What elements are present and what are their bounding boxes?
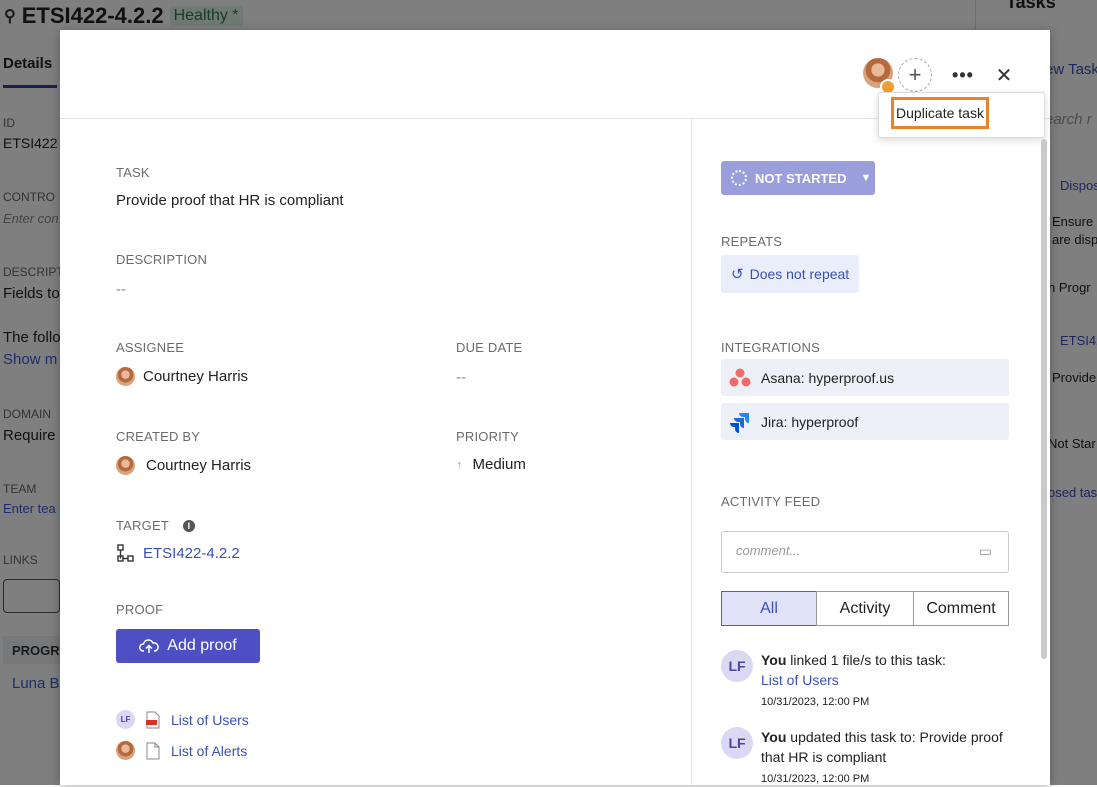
repeats-label: REPEATS	[721, 234, 783, 249]
activity-timestamp: 10/31/2023, 12:00 PM	[761, 773, 870, 785]
proof-item-name[interactable]: List of Alerts	[171, 743, 247, 759]
cloud-upload-icon	[139, 639, 160, 653]
proof-item[interactable]: LF List of Users	[116, 710, 249, 729]
history-icon: ↺	[731, 266, 744, 283]
pdf-file-icon	[146, 711, 160, 728]
activity-actor: You	[761, 729, 787, 745]
close-icon[interactable]: ✕	[993, 62, 1015, 88]
task-details-panel: TASK Provide proof that HR is compliant …	[60, 119, 691, 785]
integration-name: Asana: hyperproof.us	[761, 369, 895, 386]
filter-activity-tab[interactable]: Activity	[816, 591, 914, 626]
task-side-panel: NOT STARTED ▼ REPEATS ↺ Does not repeat …	[691, 119, 1051, 785]
integration-item[interactable]: Jira: hyperproof	[721, 403, 1009, 440]
add-watcher-button[interactable]: +	[898, 58, 932, 92]
status-dropdown[interactable]: NOT STARTED ▼	[721, 161, 875, 195]
arrow-up-icon: ↑	[456, 457, 463, 472]
hierarchy-icon	[117, 544, 134, 562]
target-link[interactable]: ETSI422-4.2.2	[116, 544, 240, 563]
activity-avatar: LF	[721, 727, 753, 759]
target-name: ETSI422-4.2.2	[143, 545, 240, 562]
file-icon	[146, 742, 160, 759]
comment-icon: ▭	[978, 543, 992, 559]
add-proof-label: Add proof	[167, 637, 237, 654]
more-options-button[interactable]: •••	[950, 62, 976, 88]
assignee-field[interactable]: Courtney Harris	[116, 367, 248, 386]
activity-text: updated this task to: Provide proof that…	[761, 729, 1003, 765]
add-proof-button[interactable]: Add proof	[116, 629, 260, 663]
integrations-label: INTEGRATIONS	[721, 340, 820, 355]
proof-owner-avatar: LF	[116, 710, 135, 729]
priority-label: PRIORITY	[456, 429, 519, 444]
integration-name: Jira: hyperproof	[761, 413, 859, 430]
status-value: NOT STARTED	[755, 170, 847, 186]
repeats-button[interactable]: ↺ Does not repeat	[721, 255, 859, 293]
proof-item[interactable]: List of Alerts	[116, 741, 247, 760]
priority-value: Medium	[472, 456, 526, 473]
activity-actor: You	[761, 652, 787, 668]
proof-label: PROOF	[116, 602, 164, 617]
task-label: TASK	[116, 165, 150, 180]
target-label: TARGET	[116, 518, 169, 533]
activity-feed-label: ACTIVITY FEED	[721, 494, 821, 509]
info-icon[interactable]: i	[182, 519, 195, 532]
filter-all-tab[interactable]: All	[721, 591, 817, 626]
filter-comment-tab[interactable]: Comment	[913, 591, 1009, 626]
priority-field[interactable]: ↑ Medium	[456, 456, 526, 473]
proof-item-name[interactable]: List of Users	[171, 712, 249, 728]
target-label-row: TARGET i	[116, 518, 195, 533]
caret-down-icon: ▼	[860, 172, 872, 184]
activity-timestamp: 10/31/2023, 12:00 PM	[761, 696, 870, 708]
scrollbar[interactable]	[1041, 139, 1047, 659]
description-value[interactable]: --	[116, 281, 126, 298]
jira-icon	[730, 412, 749, 433]
created-by-field: Courtney Harris	[116, 456, 251, 475]
task-modal: + ••• ✕ Duplicate task TASK Provide proo…	[60, 30, 1050, 785]
due-date-label: DUE DATE	[456, 340, 523, 355]
activity-avatar: LF	[721, 650, 753, 682]
integration-item[interactable]: Asana: hyperproof.us	[721, 359, 1009, 396]
proof-owner-avatar	[116, 741, 135, 760]
creator-avatar	[116, 456, 135, 475]
task-title[interactable]: Provide proof that HR is compliant	[116, 192, 344, 209]
description-label: DESCRIPTION	[116, 252, 208, 267]
repeats-value: Does not repeat	[749, 266, 850, 282]
comment-input[interactable]: comment... ▭	[721, 531, 1009, 573]
asana-icon	[729, 368, 751, 386]
comment-placeholder: comment...	[736, 543, 801, 558]
due-date-value[interactable]: --	[456, 369, 466, 386]
assignee-avatar-small	[116, 367, 135, 386]
status-circle-icon	[731, 170, 747, 186]
creator-name: Courtney Harris	[146, 457, 252, 474]
created-by-label: CREATED BY	[116, 429, 201, 444]
activity-link[interactable]: List of Users	[761, 672, 839, 688]
activity-text: linked 1 file/s to this task:	[786, 652, 946, 668]
assignee-name: Courtney Harris	[143, 368, 249, 385]
assignee-label: ASSIGNEE	[116, 340, 185, 355]
